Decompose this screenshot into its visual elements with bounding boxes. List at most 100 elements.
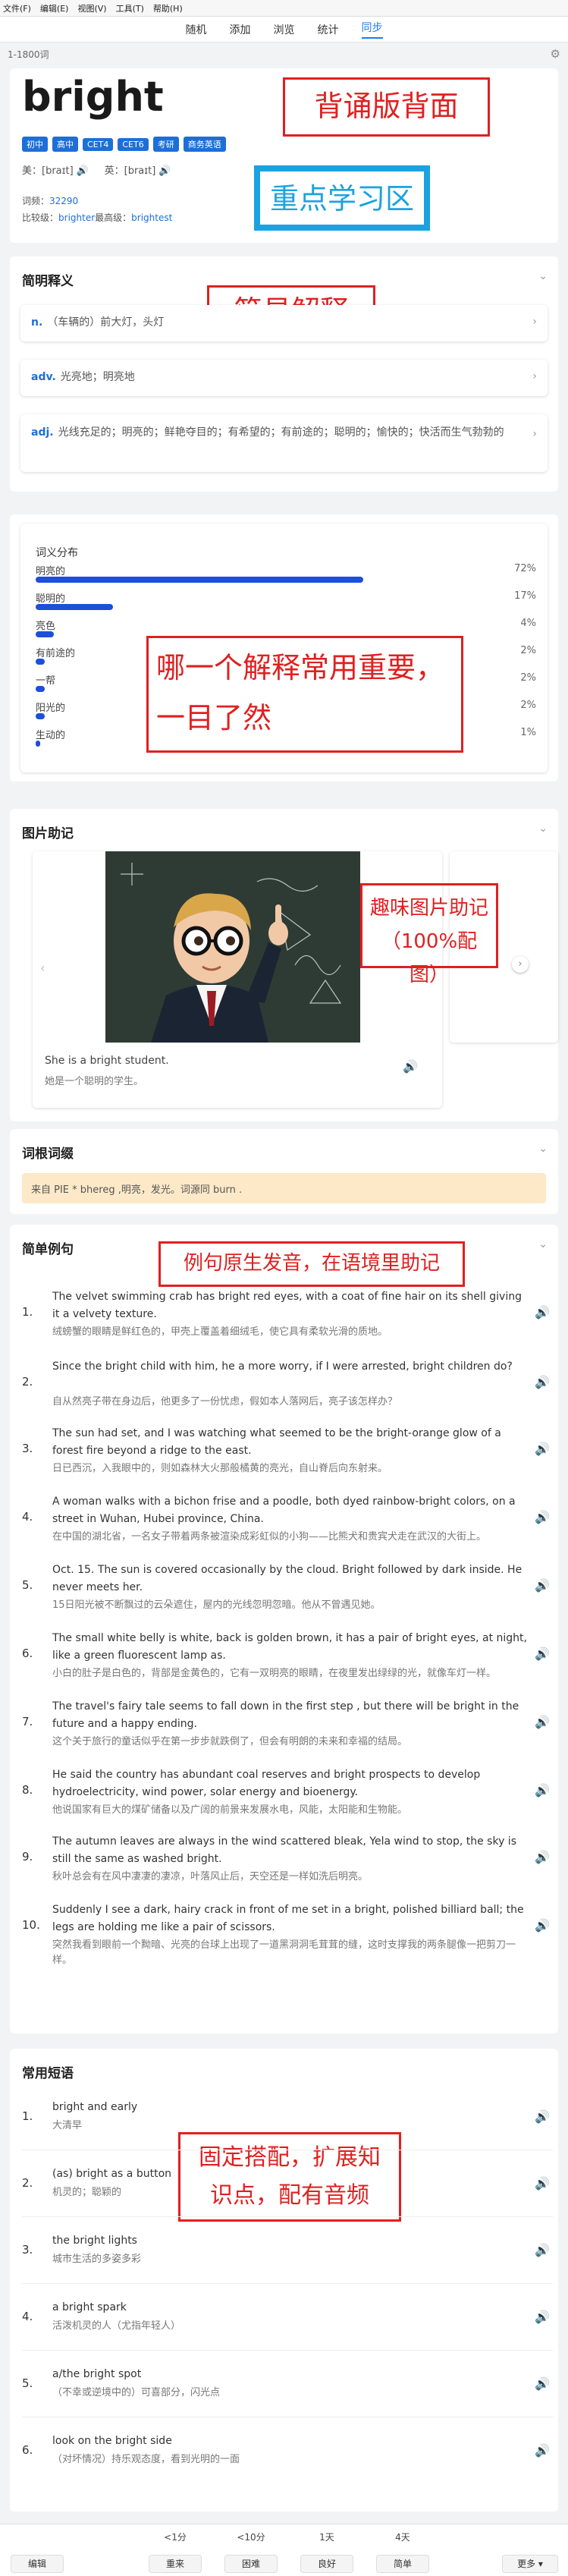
again-button[interactable]: 重来 — [149, 2555, 202, 2573]
simple-definitions-title: 简明释义 — [22, 274, 74, 289]
example-sentence: 3. The sun had set, and I was watching wh… — [22, 1425, 553, 1490]
frequency-row: 词频：32290 — [22, 194, 78, 207]
interval-again: <1分 — [164, 2532, 187, 2543]
distribution-bar — [36, 604, 113, 610]
nav-stats[interactable]: 统计 — [318, 22, 339, 37]
next-arrow-icon[interactable]: › — [512, 956, 529, 973]
menu-tools[interactable]: 工具(T) — [116, 2, 144, 14]
interval-hard: <10分 — [237, 2532, 265, 2543]
example-number: 9. — [22, 1850, 33, 1864]
more-button[interactable]: 更多 ▾ — [502, 2555, 558, 2573]
definition-adjective[interactable]: adj. 光线充足的；明亮的；鲜艳夺目的；有希望的；有前途的；聪明的；愉快的；快活… — [20, 414, 548, 472]
example-speaker-icon[interactable]: 🔊 — [535, 1375, 550, 1389]
superlative-value[interactable]: brightest — [131, 212, 172, 223]
phrase-speaker-icon[interactable]: 🔊 — [535, 2376, 550, 2391]
prev-arrow-icon[interactable]: ‹ — [40, 961, 45, 975]
forms-row: 比较级：brighter最高级：brightest — [22, 211, 172, 224]
phrase-speaker-icon[interactable]: 🔊 — [535, 2443, 550, 2458]
us-speaker-icon[interactable]: 🔊 — [77, 165, 89, 177]
distribution-label: 有前途的 — [36, 648, 76, 659]
example-speaker-icon[interactable]: 🔊 — [535, 1918, 550, 1933]
compare-value[interactable]: brighter — [58, 212, 95, 223]
phrase-speaker-icon[interactable]: 🔊 — [535, 2243, 550, 2257]
menu-view[interactable]: 视图(V) — [77, 2, 106, 14]
deck-name: 1-1800词 — [8, 49, 49, 60]
example-speaker-icon[interactable]: 🔊 — [535, 1850, 550, 1864]
example-number: 8. — [22, 1783, 33, 1797]
chevron-right-icon: › — [532, 370, 537, 382]
phrase-number: 1. — [22, 2109, 33, 2123]
example-speaker-icon[interactable]: 🔊 — [535, 1305, 550, 1319]
example-sentence: 10. Suddenly I see a dark, hairy crack in… — [22, 1901, 553, 1967]
tag-senior: 高中 — [52, 137, 78, 152]
collapse-chevron-icon[interactable]: ⌄ — [538, 1238, 548, 1250]
example-speaker-icon[interactable]: 🔊 — [535, 1783, 550, 1798]
collapse-chevron-icon[interactable]: ⌄ — [538, 1143, 548, 1155]
example-sentence: 1. The velvet swimming crab has bright re… — [22, 1288, 553, 1354]
example-speaker-icon[interactable]: 🔊 — [535, 1578, 550, 1593]
example-speaker-icon[interactable]: 🔊 — [535, 1715, 550, 1729]
nav-random[interactable]: 随机 — [186, 22, 207, 37]
picture-caption-cn: 她是一个聪明的学生。 — [45, 1076, 144, 1087]
distribution-row: 明亮的 72% — [36, 563, 536, 590]
distribution-row: 聪明的 17% — [36, 590, 536, 618]
hard-button[interactable]: 困难 — [224, 2555, 278, 2573]
phrase-speaker-icon[interactable]: 🔊 — [535, 2310, 550, 2324]
annotation-back-side: 背诵版背面 — [283, 77, 490, 137]
distribution-percent: 2% — [520, 700, 536, 711]
good-button[interactable]: 良好 — [300, 2555, 353, 2573]
example-chinese: 这个关于旅行的童话似乎在第一步步就跌倒了，但会有明朗的未来和幸福的结局。 — [52, 1736, 408, 1747]
menu-file[interactable]: 文件(F) — [3, 2, 31, 14]
example-sentence: 6. The small white belly is white, back i… — [22, 1630, 553, 1695]
example-speaker-icon[interactable]: 🔊 — [535, 1510, 550, 1524]
distribution-percent: 2% — [520, 672, 536, 684]
chevron-right-icon: › — [532, 316, 537, 328]
nav-add[interactable]: 添加 — [230, 22, 251, 37]
pos-label: adj. — [31, 426, 54, 439]
uk-pron: 英：[braɪt] — [104, 165, 156, 177]
example-sentence: 2. Since the bright child with him, he a … — [22, 1358, 553, 1423]
nav-sync[interactable]: 同步 — [361, 20, 383, 39]
easy-button[interactable]: 简单 — [376, 2555, 429, 2573]
phrase-speaker-icon[interactable]: 🔊 — [535, 2176, 550, 2191]
example-chinese: 秋叶总会有在风中凄凄的凄凉，叶落风止后，天空还是一样如洗后明亮。 — [52, 1871, 369, 1882]
phrase-english: a/the bright spot — [52, 2368, 142, 2380]
example-english: The sun had set, and I was watching what… — [52, 1427, 501, 1457]
definition-adverb[interactable]: adv. 光亮地；明亮地 › — [20, 360, 548, 396]
examples-title: 简单例句 — [22, 1242, 74, 1257]
menu-help[interactable]: 帮助(H) — [153, 2, 183, 14]
example-number: 6. — [22, 1647, 33, 1660]
example-speaker-icon[interactable]: 🔊 — [535, 1442, 550, 1456]
pos-label: adv. — [31, 371, 56, 383]
distribution-bar — [36, 686, 45, 692]
compare-label: 比较级： — [22, 212, 59, 223]
example-number: 5. — [22, 1578, 33, 1592]
phrase-item: 4. a bright spark 活泼机灵的人（尤指年轻人） 🔊 — [22, 2293, 553, 2351]
phrase-number: 6. — [22, 2443, 33, 2457]
deck-bar: 1-1800词 ⚙ — [0, 42, 568, 65]
example-number: 4. — [22, 1510, 33, 1524]
superlative-label: 最高级： — [95, 212, 132, 223]
example-sentence: 9. The autumn leaves are always in the wi… — [22, 1833, 553, 1898]
annotation-focus-area: 重点学习区 — [254, 165, 430, 231]
example-english: The travel's fairy tale seems to fall do… — [52, 1700, 519, 1730]
top-nav: 随机 添加 浏览 统计 同步 — [0, 17, 568, 42]
caption-speaker-icon[interactable]: 🔊 — [403, 1059, 418, 1074]
phrase-speaker-icon[interactable]: 🔊 — [535, 2109, 550, 2124]
settings-gear-icon[interactable]: ⚙ — [551, 47, 560, 61]
definition-noun[interactable]: n. （车辆的）前大灯，头灯 › — [20, 305, 548, 341]
boy-chalkboard-illustration — [105, 851, 360, 1043]
freq-value: 32290 — [49, 196, 79, 206]
example-speaker-icon[interactable]: 🔊 — [535, 1647, 550, 1661]
interval-good: 1天 — [319, 2532, 334, 2543]
simple-definitions-card: 简明释义 ⌄ 简易解释 n.（车辆的）前大灯，头灯 › adv.光亮地；明亮地 … — [10, 256, 558, 492]
collapse-chevron-icon[interactable]: ⌄ — [538, 270, 548, 282]
edit-button[interactable]: 编辑 — [11, 2555, 64, 2573]
phrase-number: 2. — [22, 2176, 33, 2190]
menu-edit[interactable]: 编辑(E) — [40, 2, 69, 14]
collapse-chevron-icon[interactable]: ⌄ — [538, 822, 548, 835]
uk-speaker-icon[interactable]: 🔊 — [158, 165, 171, 177]
us-pron: 美：[braɪt] — [22, 165, 74, 177]
phrase-english: the bright lights — [52, 2235, 137, 2247]
nav-browse[interactable]: 浏览 — [274, 22, 295, 37]
